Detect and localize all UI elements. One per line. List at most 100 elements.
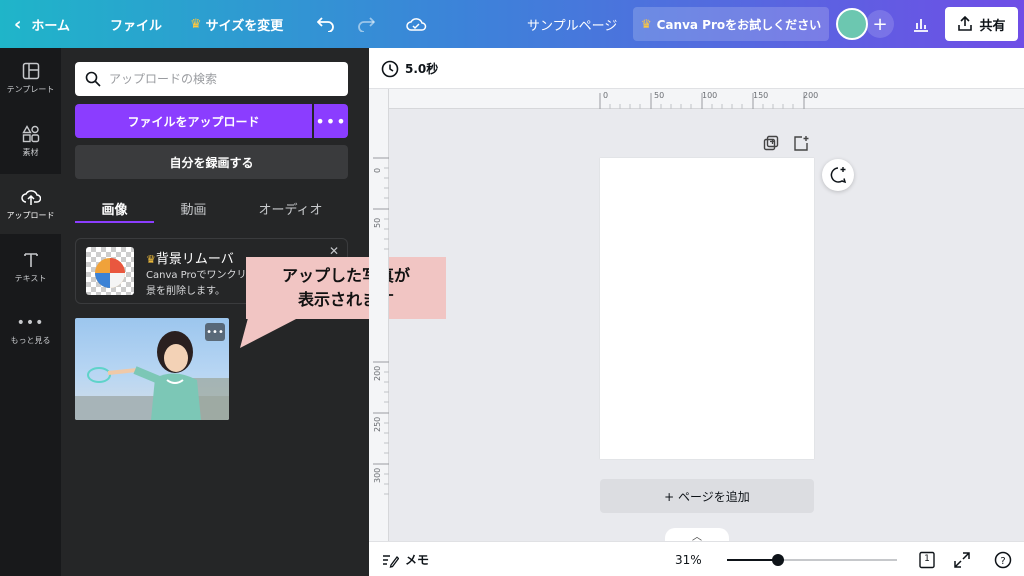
duplicate-page-icon[interactable] [762,134,780,152]
text-icon [23,252,38,267]
rail-label-more: もっと見る [10,335,51,345]
rail-item-uploads[interactable]: アップロード [0,174,61,234]
zoom-slider-thumb[interactable] [772,554,784,566]
chevron-up-icon[interactable]: ︿ [665,528,729,543]
ruler-v-label: 300 [373,467,382,483]
callout-line1: アップした写真が [281,266,410,285]
crown-icon: ♛ [146,253,156,266]
more-icon: ••• [16,314,45,331]
upload-file-button[interactable]: ファイルをアップロード [75,104,312,138]
more-icon: ••• [315,111,347,131]
close-icon[interactable]: ✕ [329,244,339,258]
add-page-icon[interactable] [792,134,810,152]
tab-images-label: 画像 [101,202,128,218]
rail-label-text: テキスト [14,273,47,283]
record-yourself-button[interactable]: 自分を録画する [75,145,348,179]
home-label: ホーム [31,18,71,34]
rail-label-elements: 素材 [22,147,39,157]
try-pro-button[interactable]: ♛ Canva Proをお試しください [633,7,829,41]
zoom-level[interactable]: 31% [675,542,702,576]
rail-item-more[interactable]: ••• もっと見る [0,300,61,360]
ruler-v-label: 50 [373,217,382,228]
ruler-h-label: 200 [803,91,819,100]
ruler-v-label: 250 [373,416,382,432]
rail-item-text[interactable]: テキスト [0,237,61,297]
rail-label-uploads: アップロード [6,210,55,220]
notes-label: メモ [405,553,430,567]
elements-icon [21,124,39,142]
upload-options-button[interactable]: ••• [314,104,348,138]
try-pro-label: Canva Proをお試しください [656,17,822,32]
active-tab-indicator [75,221,154,223]
ruler-h-label: 50 [654,91,665,100]
ruler-h-label: 100 [702,91,718,100]
home-button[interactable]: ‹ ホーム [14,0,70,48]
photo-more-icon[interactable]: ••• [205,323,225,341]
duration-button[interactable]: 5.0秒 [381,48,438,89]
zoom-level-text: 31% [675,552,702,567]
avatar[interactable] [836,8,868,40]
uploaded-photo-thumbnail[interactable]: ••• [75,318,229,420]
left-rail: テンプレート 素材 アップロード テキスト ••• もっと見る [0,48,61,576]
duration-label: 5.0秒 [405,62,439,76]
template-icon [22,62,39,79]
page-count: 1 [924,554,930,564]
zoom-slider[interactable] [727,554,897,566]
add-collaborator-button[interactable]: + [866,10,894,38]
promo-title: ♛背景リムーバ [146,248,234,267]
horizontal-ruler: 0 50 100 150 200 [389,89,1024,109]
design-title-text: サンプルページ [527,18,618,34]
share-button[interactable]: 共有 [945,7,1018,41]
ruler-h-label: 0 [603,91,609,100]
page-count-icon[interactable]: 1 [917,550,937,570]
file-menu-button[interactable]: ファイル [110,0,162,48]
add-comment-button[interactable] [822,159,854,191]
tab-videos[interactable]: 動画 [154,193,233,223]
media-tabs: 画像 動画 オーディオ [75,193,348,223]
editor-toolbar: 5.0秒 [369,48,1024,89]
record-yourself-label: 自分を録画する [169,155,254,170]
tab-audio-label: オーディオ [258,202,323,218]
chevron-left-icon: ‹ [14,13,22,35]
top-bar: ‹ ホーム ファイル ♛ サイズを変更 サンプルページ ♛ Canva Proを… [0,0,1024,48]
rail-item-elements[interactable]: 素材 [0,111,61,171]
plus-icon: + [872,13,888,35]
fullscreen-icon[interactable] [952,550,972,570]
tab-images[interactable]: 画像 [75,193,154,223]
bottom-bar: メモ 31% 1 ? [369,541,1024,576]
search-box[interactable] [75,62,348,96]
promo-title-text: 背景リムーバ [155,252,234,267]
redo-icon[interactable] [354,12,378,36]
tab-videos-label: 動画 [180,202,207,218]
share-icon [958,16,973,31]
rail-label-templates: テンプレート [6,84,55,94]
vertical-ruler: 0 50 200 250 300 [369,89,389,541]
upload-icon [20,189,41,205]
undo-icon[interactable] [314,12,338,36]
notes-button[interactable]: メモ [381,542,429,576]
svg-text:?: ? [1000,556,1005,567]
comment-icon [830,167,847,184]
file-label: ファイル [110,18,163,34]
promo-desc-line1: Canva Proでワンクリ [146,270,247,281]
resize-label: サイズを変更 [205,18,284,34]
cloud-saved-icon[interactable] [404,12,428,36]
rail-item-templates[interactable]: テンプレート [0,48,61,108]
design-page[interactable] [600,158,814,459]
design-title[interactable]: サンプルページ [527,0,617,48]
beach-ball-thumbnail [86,247,134,295]
search-icon [85,71,101,87]
share-label: 共有 [979,18,1006,34]
crown-icon: ♛ [190,16,202,32]
notes-icon [383,554,399,568]
search-input[interactable] [109,72,329,86]
add-page-button[interactable]: + ページを追加 [600,479,814,513]
annotation-callout: アップした写真が 表示されます [246,257,446,319]
crown-icon: ♛ [640,17,652,31]
upload-file-label: ファイルをアップロード [127,114,260,129]
analytics-icon[interactable] [909,12,933,36]
resize-button[interactable]: ♛ サイズを変更 [190,0,283,48]
tab-audio[interactable]: オーディオ [233,193,348,223]
ruler-v-label: 200 [373,365,382,381]
help-icon[interactable]: ? [993,550,1013,570]
